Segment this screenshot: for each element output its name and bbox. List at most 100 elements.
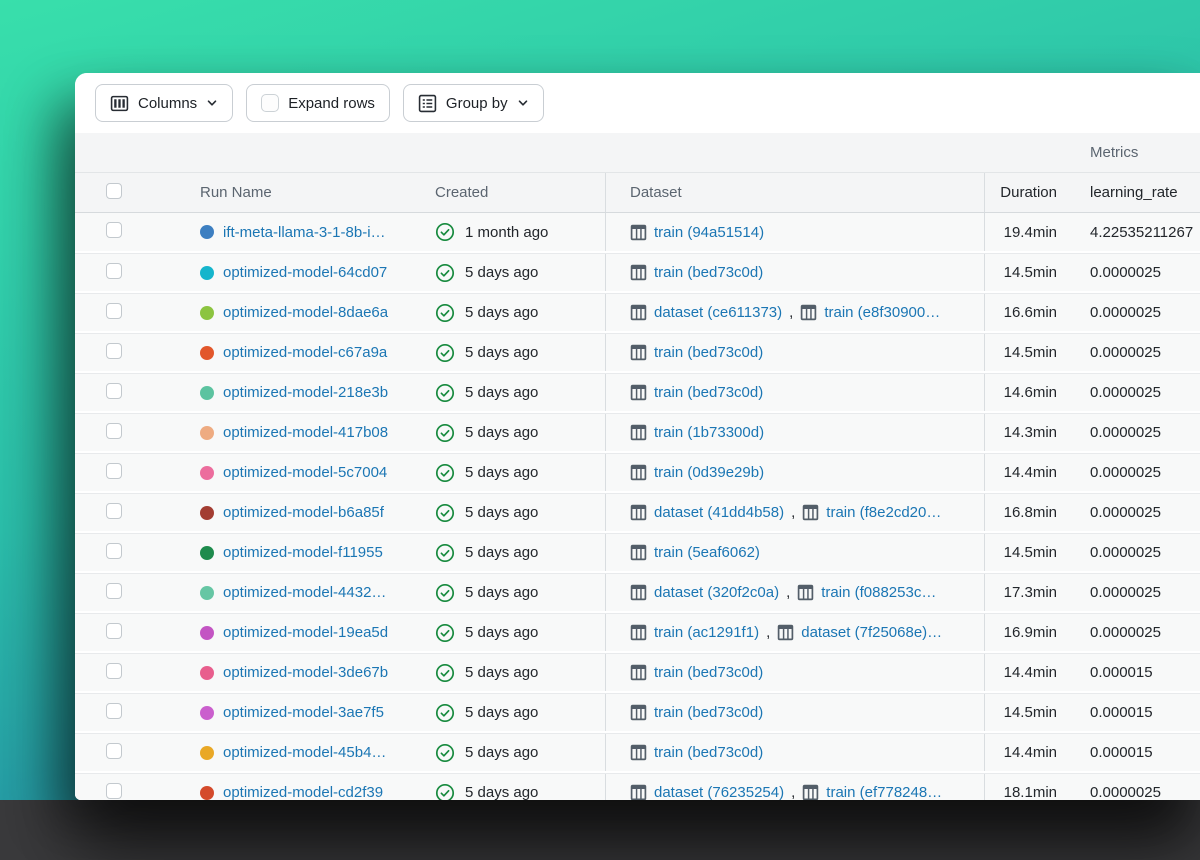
table-row[interactable]: optimized-model-8dae6a 5 days ago datase… bbox=[75, 293, 1200, 333]
run-name-link[interactable]: ift-meta-llama-3-1-8b-i… bbox=[223, 224, 386, 241]
table-grid-icon bbox=[630, 784, 647, 800]
row-checkbox[interactable] bbox=[106, 582, 122, 599]
dataset-link[interactable]: train (bed73c0d) bbox=[654, 344, 763, 361]
dataset-link[interactable]: dataset (ce611373) bbox=[654, 304, 782, 321]
group-by-label: Group by bbox=[445, 94, 508, 112]
learning-rate-cell: 0.000015 bbox=[1090, 744, 1153, 761]
created-text: 5 days ago bbox=[465, 344, 539, 361]
row-checkbox[interactable] bbox=[106, 542, 122, 559]
dataset-link[interactable]: train (f8e2cd20… bbox=[826, 504, 941, 521]
header-dataset[interactable]: Dataset bbox=[605, 173, 985, 212]
row-checkbox[interactable] bbox=[106, 222, 122, 238]
run-name-link[interactable]: optimized-model-3ae7f5 bbox=[223, 704, 384, 721]
dataset-link[interactable]: train (ef778248… bbox=[826, 784, 942, 800]
row-checkbox[interactable] bbox=[106, 782, 122, 799]
run-name-link[interactable]: optimized-model-c67a9a bbox=[223, 344, 387, 361]
dataset-link[interactable]: train (1b73300d) bbox=[654, 424, 764, 441]
header-run-name[interactable]: Run Name bbox=[200, 184, 435, 201]
table-row[interactable]: optimized-model-c67a9a 5 days ago train … bbox=[75, 333, 1200, 373]
expand-rows-checkbox[interactable] bbox=[261, 94, 280, 112]
header-duration[interactable]: Duration bbox=[985, 184, 1065, 201]
dataset-cell: dataset (ce611373) , train (e8f30900… bbox=[605, 294, 985, 331]
created-text: 5 days ago bbox=[465, 264, 539, 281]
table-row[interactable]: optimized-model-3ae7f5 5 days ago train … bbox=[75, 693, 1200, 733]
group-by-icon bbox=[418, 94, 437, 113]
run-name-link[interactable]: optimized-model-64cd07 bbox=[223, 264, 387, 281]
dataset-link[interactable]: train (0d39e29b) bbox=[654, 464, 764, 481]
dataset-link-item: train (94a51514) bbox=[630, 224, 764, 241]
run-name-link[interactable]: optimized-model-5c7004 bbox=[223, 464, 387, 481]
dataset-link[interactable]: train (bed73c0d) bbox=[654, 264, 763, 281]
dataset-link[interactable]: dataset (41dd4b58) bbox=[654, 504, 784, 521]
learning-rate-cell: 0.0000025 bbox=[1090, 584, 1161, 601]
row-checkbox[interactable] bbox=[106, 742, 122, 759]
table-row[interactable]: optimized-model-4432… 5 days ago dataset… bbox=[75, 573, 1200, 613]
row-checkbox[interactable] bbox=[106, 502, 122, 519]
dataset-link[interactable]: train (f088253c… bbox=[821, 584, 936, 601]
columns-button[interactable]: Columns bbox=[95, 84, 234, 122]
created-text: 5 days ago bbox=[465, 464, 539, 481]
table-row[interactable]: optimized-model-b6a85f 5 days ago datase… bbox=[75, 493, 1200, 533]
table-row[interactable]: optimized-model-45b4… 5 days ago train (… bbox=[75, 733, 1200, 773]
dataset-link[interactable]: dataset (7f25068e)… bbox=[801, 624, 942, 641]
select-all-checkbox[interactable] bbox=[106, 182, 122, 199]
header-checkbox-cell bbox=[75, 182, 200, 203]
dataset-separator: , bbox=[789, 304, 794, 321]
row-checkbox[interactable] bbox=[106, 422, 122, 439]
run-name-link[interactable]: optimized-model-218e3b bbox=[223, 384, 388, 401]
row-checkbox[interactable] bbox=[106, 262, 122, 279]
run-name-link[interactable]: optimized-model-4432… bbox=[223, 584, 386, 601]
run-color-dot bbox=[200, 265, 214, 280]
success-check-icon bbox=[435, 503, 455, 523]
bottom-dark-strip bbox=[0, 800, 1200, 860]
learning-rate-cell: 0.0000025 bbox=[1090, 344, 1161, 361]
table-row[interactable]: optimized-model-417b08 5 days ago train … bbox=[75, 413, 1200, 453]
table-row[interactable]: optimized-model-3de67b 5 days ago train … bbox=[75, 653, 1200, 693]
run-name-link[interactable]: optimized-model-45b4… bbox=[223, 744, 386, 761]
run-color-dot bbox=[200, 345, 214, 360]
dataset-link[interactable]: dataset (320f2c0a) bbox=[654, 584, 779, 601]
header-created[interactable]: Created bbox=[435, 184, 605, 201]
dataset-link[interactable]: train (bed73c0d) bbox=[654, 384, 763, 401]
row-checkbox[interactable] bbox=[106, 462, 122, 479]
row-checkbox[interactable] bbox=[106, 662, 122, 679]
row-checkbox[interactable] bbox=[106, 622, 122, 639]
dataset-link[interactable]: train (5eaf6062) bbox=[654, 544, 760, 561]
dataset-link[interactable]: train (94a51514) bbox=[654, 224, 764, 241]
row-checkbox[interactable] bbox=[106, 302, 122, 319]
run-name-link[interactable]: optimized-model-3de67b bbox=[223, 664, 388, 681]
run-color-dot bbox=[200, 465, 214, 480]
table-row[interactable]: optimized-model-64cd07 5 days ago train … bbox=[75, 253, 1200, 293]
run-name-link[interactable]: optimized-model-19ea5d bbox=[223, 624, 388, 641]
success-check-icon bbox=[435, 783, 455, 800]
table-row[interactable]: ift-meta-llama-3-1-8b-i… 1 month ago tra… bbox=[75, 213, 1200, 253]
row-checkbox[interactable] bbox=[106, 342, 122, 359]
run-color-dot bbox=[200, 745, 214, 760]
table-row[interactable]: optimized-model-cd2f39 5 days ago datase… bbox=[75, 773, 1200, 800]
dataset-link[interactable]: train (ac1291f1) bbox=[654, 624, 759, 641]
run-name-link[interactable]: optimized-model-cd2f39 bbox=[223, 784, 383, 800]
table-row[interactable]: optimized-model-5c7004 5 days ago train … bbox=[75, 453, 1200, 493]
dataset-link[interactable]: train (e8f30900… bbox=[824, 304, 940, 321]
expand-rows-button[interactable]: Expand rows bbox=[246, 84, 390, 122]
dataset-link[interactable]: train (bed73c0d) bbox=[654, 744, 763, 761]
dataset-link[interactable]: train (bed73c0d) bbox=[654, 704, 763, 721]
table-row[interactable]: optimized-model-f11955 5 days ago train … bbox=[75, 533, 1200, 573]
header-learning-rate[interactable]: learning_rate bbox=[1065, 184, 1200, 201]
row-checkbox[interactable] bbox=[106, 382, 122, 399]
dataset-link[interactable]: train (bed73c0d) bbox=[654, 664, 763, 681]
table-grid-icon bbox=[630, 664, 647, 681]
created-text: 5 days ago bbox=[465, 504, 539, 521]
group-by-button[interactable]: Group by bbox=[402, 84, 544, 122]
dataset-cell: train (bed73c0d) bbox=[605, 374, 985, 411]
dataset-link[interactable]: dataset (76235254) bbox=[654, 784, 784, 800]
table-row[interactable]: optimized-model-218e3b 5 days ago train … bbox=[75, 373, 1200, 413]
table-grid-icon bbox=[630, 584, 647, 601]
run-name-link[interactable]: optimized-model-8dae6a bbox=[223, 304, 388, 321]
run-name-link[interactable]: optimized-model-f11955 bbox=[223, 544, 383, 561]
run-name-link[interactable]: optimized-model-b6a85f bbox=[223, 504, 384, 521]
row-checkbox[interactable] bbox=[106, 702, 122, 719]
table-row[interactable]: optimized-model-19ea5d 5 days ago train … bbox=[75, 613, 1200, 653]
run-name-link[interactable]: optimized-model-417b08 bbox=[223, 424, 388, 441]
dataset-link-item: train (1b73300d) bbox=[630, 424, 764, 441]
